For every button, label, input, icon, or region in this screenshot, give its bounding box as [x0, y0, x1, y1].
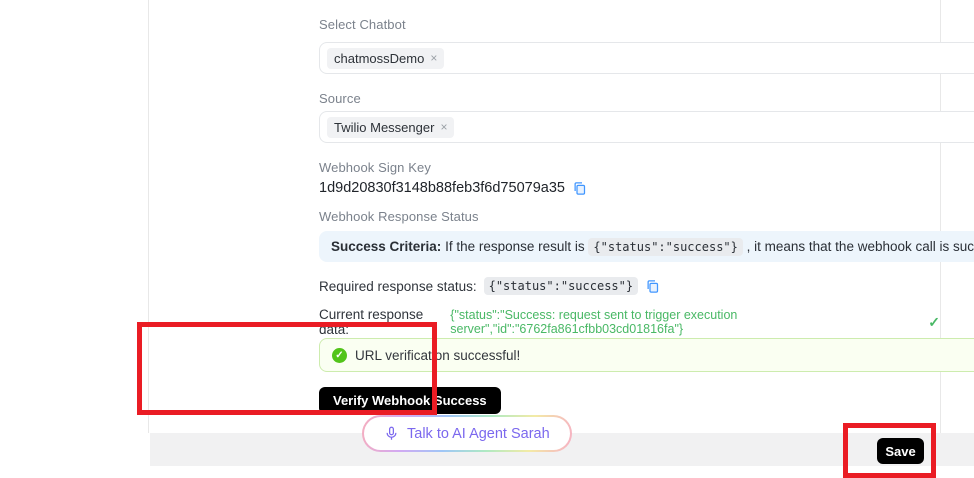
chatbot-tag-label: chatmossDemo: [334, 50, 424, 67]
chatbot-tag: chatmossDemo ×: [327, 48, 444, 69]
chatbot-tag-remove-icon[interactable]: ×: [430, 50, 437, 67]
microphone-icon: [384, 425, 399, 442]
copy-icon[interactable]: [572, 181, 587, 196]
source-tag-remove-icon[interactable]: ×: [440, 119, 447, 136]
webhook-response-status-label: Webhook Response Status: [319, 209, 479, 224]
annotation-box-verification: [137, 322, 437, 415]
copy-icon[interactable]: [645, 279, 660, 294]
source-tag-label: Twilio Messenger: [334, 119, 434, 136]
success-criteria-title: Success Criteria:: [331, 239, 441, 254]
required-response-row: Required response status: {"status":"suc…: [319, 277, 660, 295]
current-response-value: {"status":"Success: request sent to trig…: [450, 308, 921, 336]
required-response-label: Required response status:: [319, 279, 477, 294]
success-criteria-text-after: , it means that the webhook call is succ…: [743, 239, 974, 254]
select-chatbot-label: Select Chatbot: [319, 17, 406, 32]
source-tag: Twilio Messenger ×: [327, 117, 454, 138]
chatbot-select[interactable]: chatmossDemo ×: [319, 42, 974, 74]
talk-to-agent-button[interactable]: Talk to AI Agent Sarah: [362, 415, 572, 452]
webhook-sign-key-row: 1d9d20830f3148b88feb3f6d75079a35: [319, 180, 587, 196]
required-response-code: {"status":"success"}: [484, 277, 639, 295]
success-criteria-text-before: If the response result is: [441, 239, 588, 254]
page: Select Chatbot chatmossDemo × Source Twi…: [0, 0, 974, 466]
annotation-box-save: [843, 423, 936, 478]
talk-to-agent-inner: Talk to AI Agent Sarah: [364, 417, 570, 450]
source-select[interactable]: Twilio Messenger ×: [319, 111, 974, 143]
success-criteria-note: Success Criteria: If the response result…: [319, 231, 974, 262]
success-check-icon: ✓: [928, 314, 940, 331]
webhook-sign-key-value: 1d9d20830f3148b88feb3f6d75079a35: [319, 180, 565, 196]
webhook-sign-key-label: Webhook Sign Key: [319, 160, 431, 175]
source-label: Source: [319, 91, 361, 106]
success-criteria-code: {"status":"success"}: [588, 238, 743, 256]
talk-to-agent-label: Talk to AI Agent Sarah: [407, 426, 550, 442]
